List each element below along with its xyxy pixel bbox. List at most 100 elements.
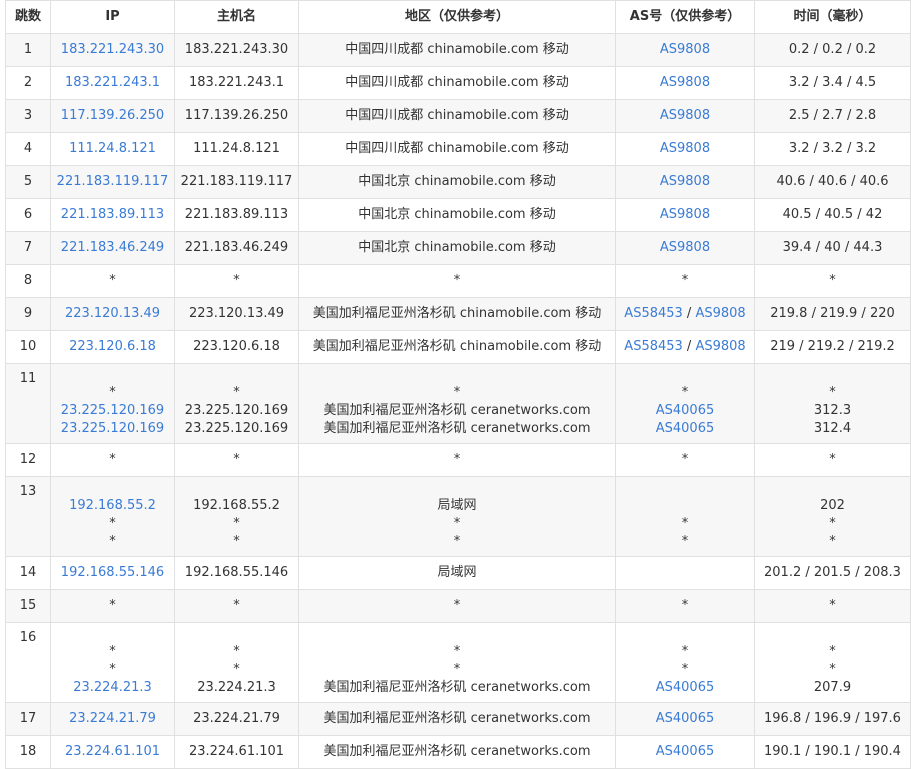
asn-link[interactable]: AS9808 — [660, 141, 710, 156]
table-body: 1 183.221.243.30 183.221.243.30 中国四川成都 chin… — [5, 33, 911, 769]
asn-cell: * — [615, 264, 755, 298]
ip-cell: 223.120.6.18 — [50, 330, 175, 364]
hop-cell: 18 — [5, 735, 51, 769]
ip-link[interactable]: 117.139.26.250 — [53, 107, 172, 125]
asn-link[interactable]: AS40065 — [656, 421, 715, 436]
asn-value: * — [681, 385, 689, 400]
time-cell: 39.4 / 40 / 44.3 — [754, 231, 911, 265]
time-cell: 219 / 219.2 / 219.2 — [754, 330, 911, 364]
asn-link[interactable]: AS40065 — [656, 711, 715, 726]
host-value: 221.183.89.113 — [184, 207, 289, 222]
as-value: * — [618, 451, 752, 469]
asn-cell: AS40065 — [615, 735, 755, 769]
ip-value: * — [109, 273, 116, 288]
ip-link[interactable]: 183.221.243.30 — [53, 41, 172, 59]
host-value: * — [233, 516, 240, 531]
asn-link[interactable]: AS40065 — [656, 680, 715, 695]
region-value: 美国加利福尼亚州洛杉矶 ceranetworks.com — [323, 711, 591, 726]
ip-link[interactable]: 223.120.13.49 — [53, 305, 172, 323]
ip-link[interactable]: 192.168.55.146 — [53, 564, 172, 582]
host-value: 23.225.120.169 — [184, 403, 289, 418]
ip-link[interactable]: 111.24.8.121 — [53, 140, 172, 158]
asn-link[interactable]: AS9808 — [660, 240, 710, 255]
ip-link[interactable]: 23.225.120.169 — [53, 402, 172, 420]
ip-link[interactable]: 23.225.120.169 — [53, 420, 172, 438]
ip-cell: 111.24.8.121 — [50, 132, 175, 166]
ip-link[interactable]: 183.221.243.1 — [53, 74, 172, 92]
time-cell: 202 * * — [754, 476, 911, 557]
hop-cell: 17 — [5, 702, 51, 736]
ip-link[interactable]: 23.224.61.101 — [53, 743, 172, 761]
as-value: AS40065 — [618, 402, 752, 420]
region-cell: 中国北京 chinamobile.com 移动 — [298, 198, 616, 232]
asn-link[interactable]: AS9808 — [660, 42, 710, 57]
hostname-cell: * 23.225.120.169 23.225.120.169 — [174, 363, 299, 444]
asn-cell: AS9808 — [615, 198, 755, 232]
table-row: 1 183.221.243.30 183.221.243.30 中国四川成都 chin… — [5, 33, 911, 67]
ip-link[interactable]: 221.183.46.249 — [53, 239, 172, 257]
time-value: * — [829, 662, 836, 677]
hostname-cell: 223.120.6.18 — [174, 330, 299, 364]
asn-cell: AS9808 — [615, 132, 755, 166]
asn-value: * — [681, 273, 689, 288]
asn-link[interactable]: AS9808 — [660, 75, 710, 90]
ip-link[interactable]: 223.120.6.18 — [53, 338, 172, 356]
region-value: 局域网 — [437, 498, 477, 513]
time-cell: * — [754, 443, 911, 477]
host-value: 223.120.6.18 — [193, 339, 280, 354]
ip-link[interactable]: 221.183.89.113 — [53, 206, 172, 224]
region-cell: 中国四川成都 chinamobile.com 移动 — [298, 33, 616, 67]
ip-link[interactable]: 23.224.21.3 — [53, 679, 172, 697]
asn-link[interactable]: AS58453 — [624, 306, 683, 321]
time-cell: 219.8 / 219.9 / 220 — [754, 297, 911, 331]
host-value: 183.221.243.1 — [188, 75, 285, 90]
asn-link[interactable]: AS9808 — [660, 207, 710, 222]
time-cell: 190.1 / 190.1 / 190.4 — [754, 735, 911, 769]
time-value: 3.2 / 3.4 / 4.5 — [788, 75, 877, 90]
asn-value: * — [681, 452, 689, 467]
as-value: * — [618, 384, 752, 402]
ip-link[interactable]: 23.224.21.79 — [53, 710, 172, 728]
ip-cell: 221.183.46.249 — [50, 231, 175, 265]
asn-cell: * — [615, 443, 755, 477]
asn-link[interactable]: AS9808 — [695, 339, 745, 354]
table-row: 11 * 23.225.120.169 23.225.120.169 * 23.225.1… — [5, 363, 911, 444]
ip-link[interactable]: 192.168.55.2 — [53, 497, 172, 515]
asn-cell: * AS40065 AS40065 — [615, 363, 755, 444]
hostname-cell: 223.120.13.49 — [174, 297, 299, 331]
asn-cell: * — [615, 589, 755, 623]
hostname-cell: 23.224.21.79 — [174, 702, 299, 736]
asn-link[interactable]: AS40065 — [656, 403, 715, 418]
header-time: 时间（毫秒） — [754, 0, 911, 34]
ip-cell: 192.168.55.146 — [50, 556, 175, 590]
asn-separator: / — [682, 306, 696, 321]
asn-link[interactable]: AS9808 — [695, 306, 745, 321]
as-value: AS9808 — [618, 173, 752, 191]
hop-cell: 14 — [5, 556, 51, 590]
region-value: 美国加利福尼亚州洛杉矶 ceranetworks.com — [323, 680, 591, 695]
asn-value: * — [681, 598, 689, 613]
ip-value: * — [109, 644, 116, 659]
hop-cell: 13 — [5, 476, 51, 557]
region-value: * — [453, 516, 461, 531]
hostname-cell: * * 23.224.21.3 — [174, 622, 299, 703]
ip-cell: * * 23.224.21.3 — [50, 622, 175, 703]
asn-link[interactable]: AS58453 — [624, 339, 683, 354]
header-hop: 跳数 — [5, 0, 51, 34]
region-cell: 美国加利福尼亚州洛杉矶 chinamobile.com 移动 — [298, 330, 616, 364]
time-value: 0.2 / 0.2 / 0.2 — [788, 42, 877, 57]
region-value: 中国四川成都 chinamobile.com 移动 — [345, 75, 569, 90]
host-value: * — [233, 644, 240, 659]
hop-cell: 7 — [5, 231, 51, 265]
as-value: * — [618, 533, 752, 551]
ip-link[interactable]: 221.183.119.117 — [53, 173, 172, 191]
time-value: * — [829, 644, 836, 659]
host-value: 183.221.243.30 — [184, 42, 289, 57]
asn-link[interactable]: AS9808 — [660, 174, 710, 189]
asn-link[interactable]: AS9808 — [660, 108, 710, 123]
asn-link[interactable]: AS40065 — [656, 744, 715, 759]
hop-cell: 15 — [5, 589, 51, 623]
as-value: * — [618, 272, 752, 290]
time-value: 219.8 / 219.9 / 220 — [770, 306, 895, 321]
table-row: 15 * * * * * — [5, 589, 911, 623]
